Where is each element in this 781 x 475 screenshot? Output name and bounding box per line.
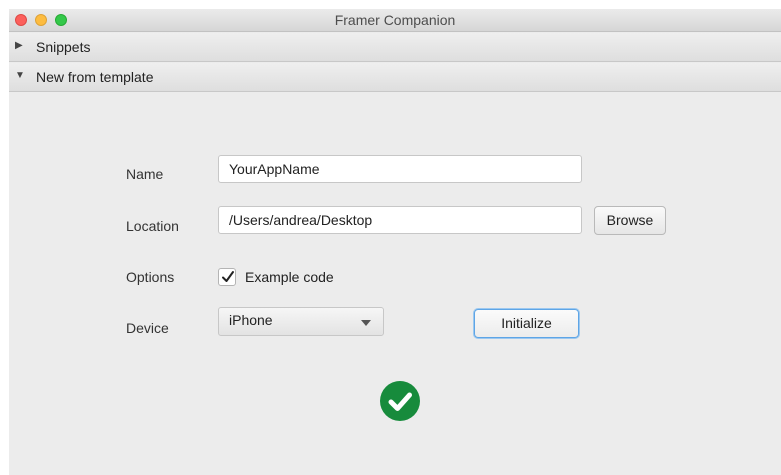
example-code-label[interactable]: Example code bbox=[245, 269, 334, 285]
chevron-down-icon bbox=[361, 320, 371, 326]
app-window: Framer Companion ▶ Snippets ▼ New from t… bbox=[9, 9, 781, 475]
disclosure-right-icon[interactable]: ▶ bbox=[15, 40, 23, 51]
section-snippets-label: Snippets bbox=[36, 39, 91, 55]
name-label: Name bbox=[126, 166, 164, 182]
initialize-button[interactable]: Initialize bbox=[474, 309, 579, 338]
title-bar[interactable]: Framer Companion bbox=[9, 9, 781, 32]
window-title: Framer Companion bbox=[334, 12, 456, 28]
example-code-checkbox[interactable] bbox=[218, 268, 236, 286]
location-input[interactable] bbox=[218, 206, 582, 234]
success-checkmark-icon bbox=[380, 381, 420, 421]
checkmark-icon bbox=[388, 392, 412, 411]
disclosure-down-icon[interactable]: ▼ bbox=[15, 70, 25, 81]
checkmark-icon bbox=[222, 271, 234, 282]
section-new-from-template-label: New from template bbox=[36, 69, 154, 85]
name-input[interactable] bbox=[218, 155, 582, 183]
location-label: Location bbox=[126, 218, 179, 234]
section-snippets[interactable]: ▶ Snippets bbox=[9, 33, 781, 62]
device-label: Device bbox=[126, 320, 169, 336]
device-select-value: iPhone bbox=[229, 312, 273, 328]
browse-button[interactable]: Browse bbox=[594, 206, 666, 235]
options-label: Options bbox=[126, 269, 175, 285]
section-new-from-template[interactable]: ▼ New from template bbox=[9, 63, 781, 92]
device-select[interactable]: iPhone bbox=[218, 307, 384, 336]
